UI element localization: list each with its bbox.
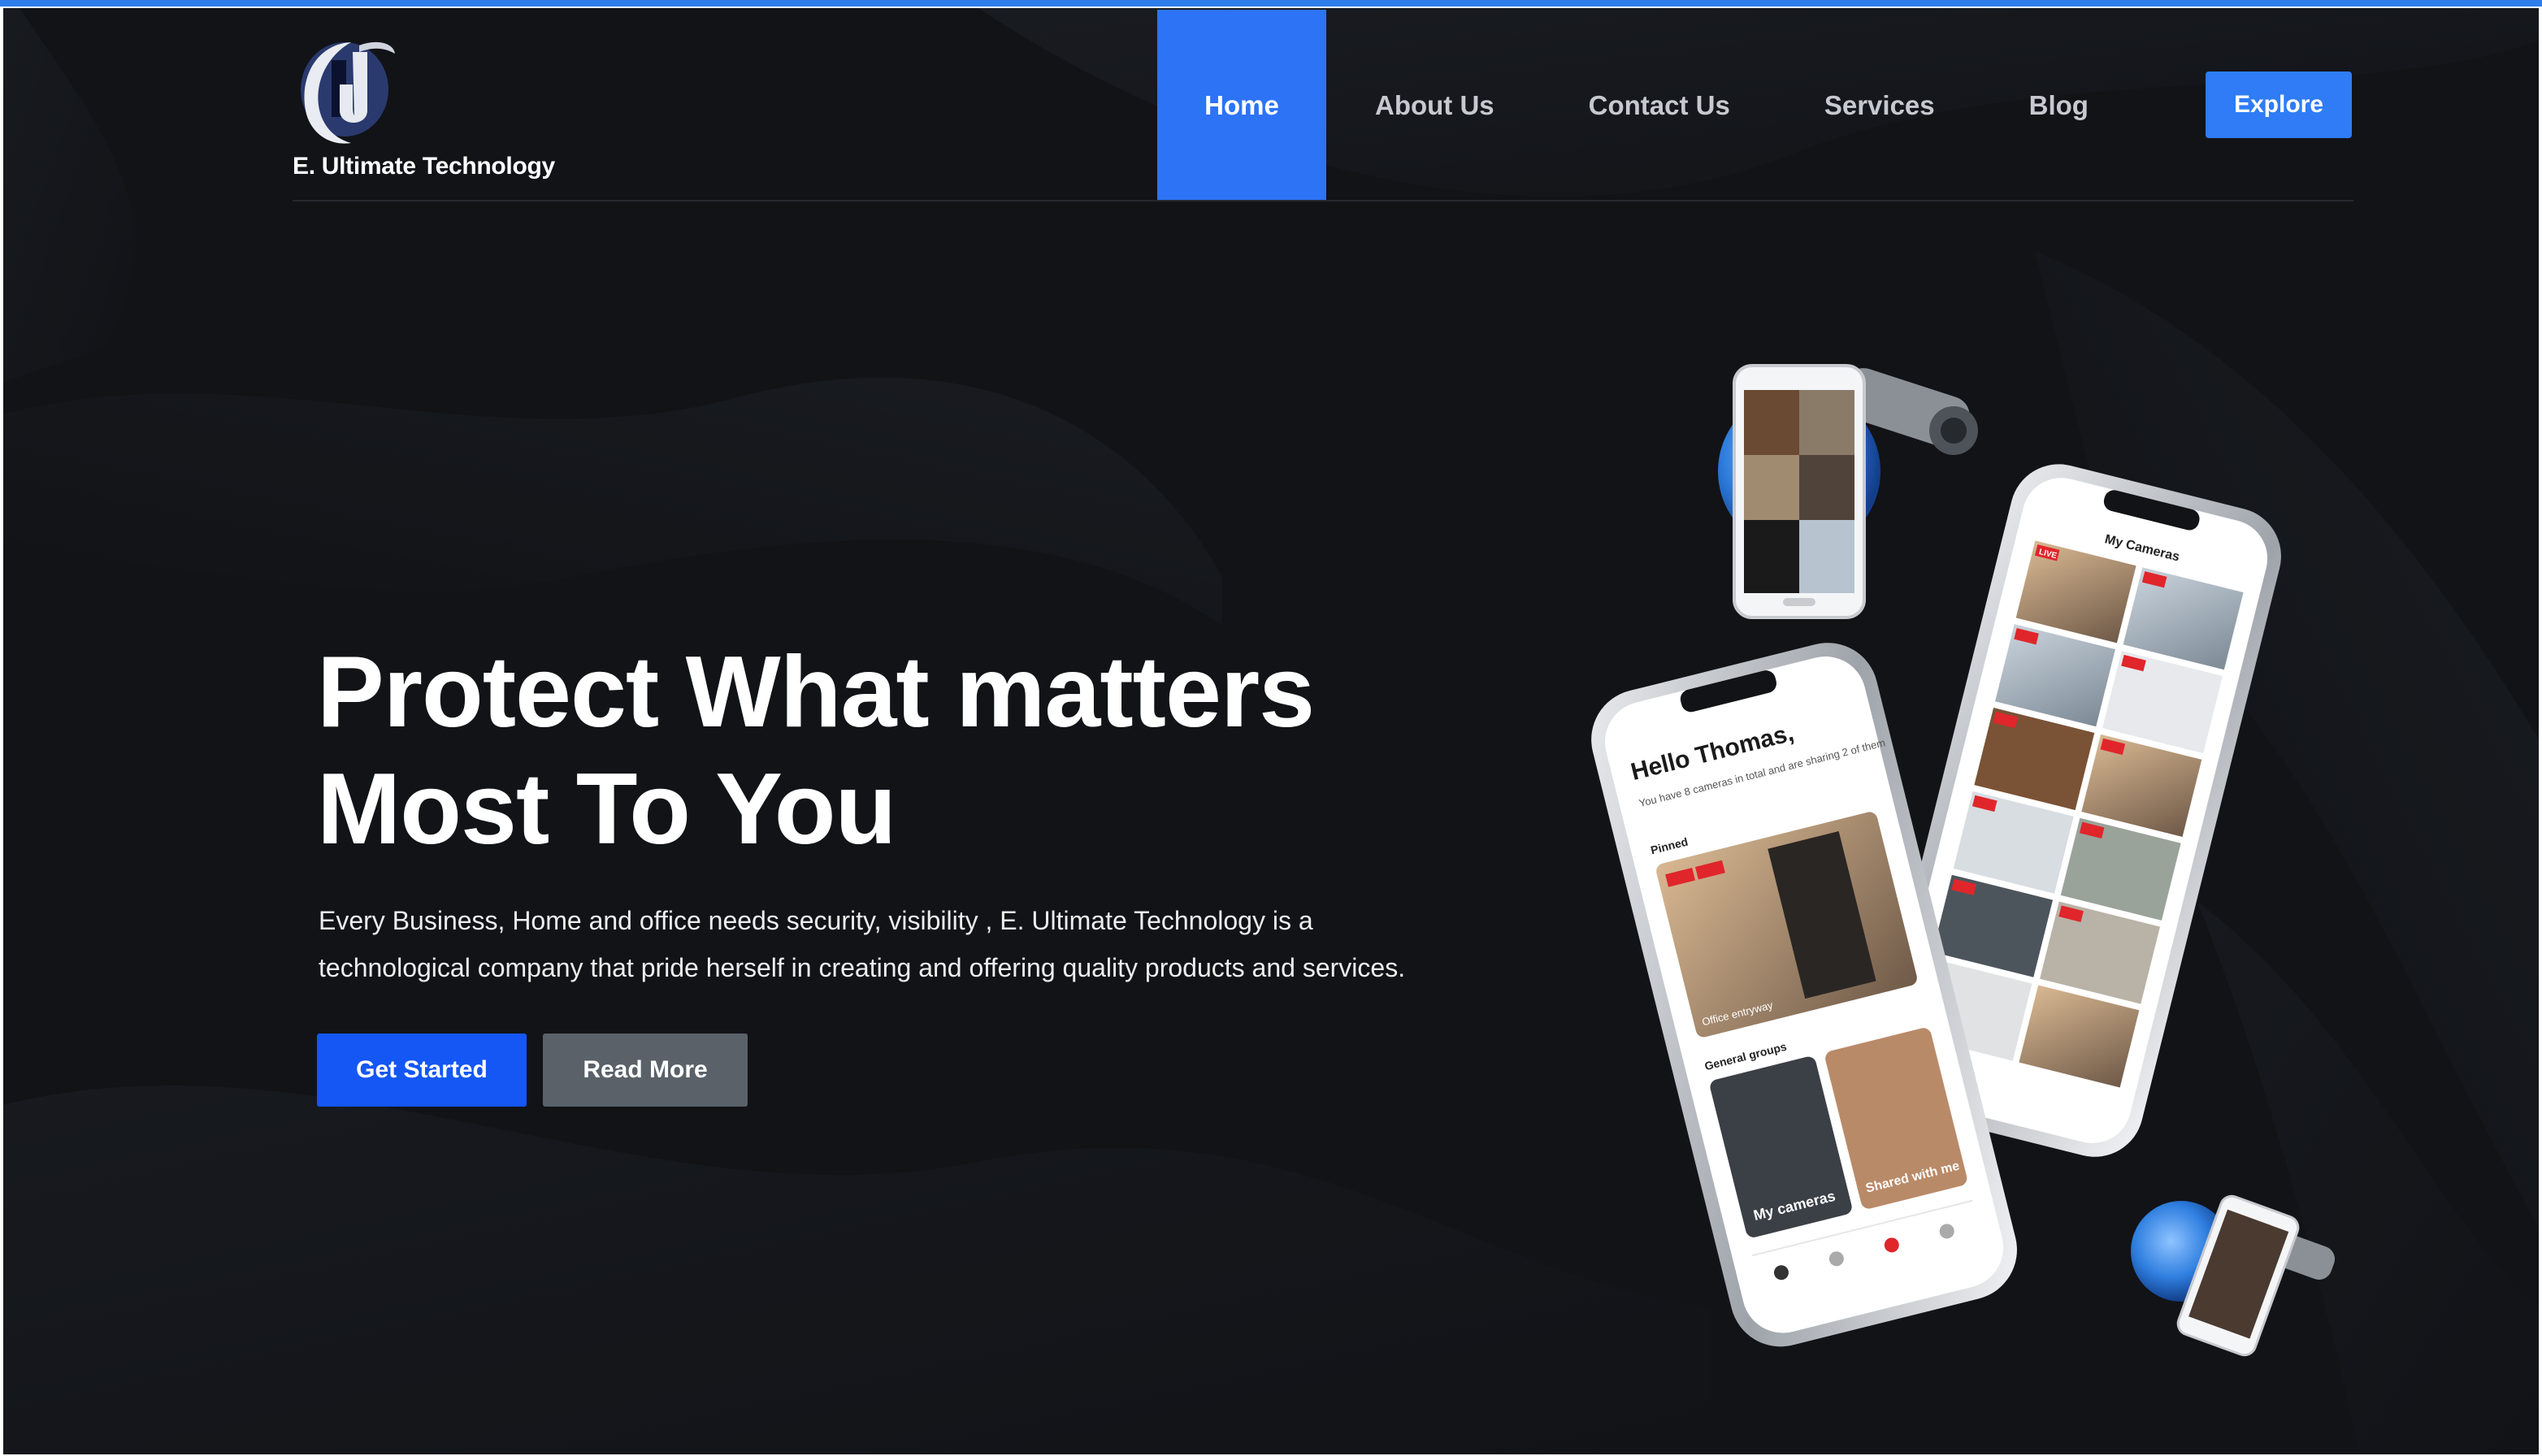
main-nav: Home About Us Contact Us Services Blog — [1157, 10, 2136, 202]
nav-item-blog[interactable]: Blog — [1982, 10, 2136, 202]
landing-page: E. Ultimate Technology Home About Us Con… — [3, 8, 2539, 1454]
nav-item-contact-us[interactable]: Contact Us — [1542, 10, 1777, 202]
nav-item-about-us[interactable]: About Us — [1326, 10, 1542, 202]
nav-item-home[interactable]: Home — [1157, 10, 1326, 202]
eu-logo-icon — [301, 41, 395, 144]
browser-top-accent — [0, 0, 2542, 6]
brand-logo[interactable]: E. Ultimate Technology — [289, 36, 566, 190]
globe-camera-icon — [1718, 364, 1978, 619]
explore-button[interactable]: Explore — [2206, 72, 2352, 138]
header-divider — [293, 200, 2353, 202]
hero-description-line-1: Every Business, Home and office needs se… — [319, 906, 1313, 935]
read-more-button[interactable]: Read More — [543, 1034, 748, 1107]
hero-description-line-2: technological company that pride herself… — [319, 953, 1406, 982]
get-started-button[interactable]: Get Started — [317, 1034, 527, 1107]
hero-title-line-2: Most To You — [317, 753, 896, 865]
brand-name: E. Ultimate Technology — [293, 153, 555, 180]
hero-title: Protect What matters Most To You — [317, 634, 1455, 868]
nav-item-services[interactable]: Services — [1777, 10, 1982, 202]
hero-description: Every Business, Home and office needs se… — [319, 897, 1505, 991]
hero-title-line-1: Protect What matters — [317, 636, 1315, 748]
security-app-phones-illustration: My Cameras LIVE Hello Thomas, You have 8… — [1591, 364, 2336, 1357]
small-globe-camera-icon — [2131, 1194, 2336, 1357]
